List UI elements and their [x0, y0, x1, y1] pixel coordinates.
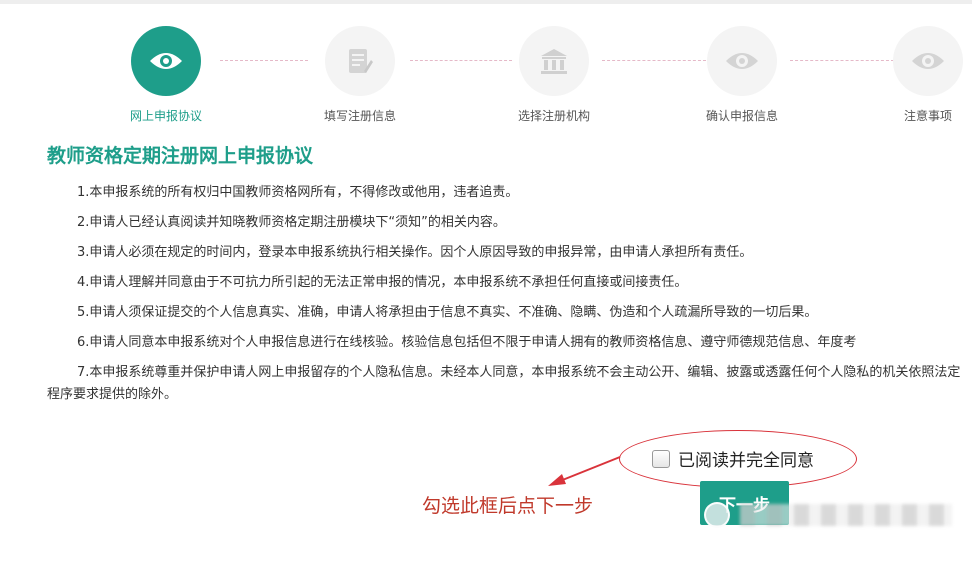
step-confirm-info[interactable]: 确认申报信息 — [687, 26, 797, 124]
arrow-annotation-icon — [548, 456, 621, 486]
step-circle — [519, 26, 589, 96]
step-circle — [131, 26, 201, 96]
step-circle — [893, 26, 963, 96]
agreement-clause: 7.本申报系统尊重并保护申请人网上申报留存的个人隐私信息。未经本人同意，本申报系… — [47, 365, 961, 402]
step-circle — [707, 26, 777, 96]
agreement-clauses: 1.本申报系统的所有权归中国教师资格网所有，不得修改或他用，违者追责。 2.申请… — [47, 178, 972, 406]
step-connector — [220, 60, 308, 61]
step-fill-info[interactable]: 填写注册信息 — [305, 26, 415, 124]
watermark-logo-icon — [704, 502, 730, 528]
agreement-clause: 3.申请人必须在规定的时间内，登录本申报系统执行相关操作。因个人原因导致的申报异… — [77, 245, 753, 260]
step-label: 注意事项 — [903, 109, 952, 123]
watermark — [700, 498, 952, 532]
annotation-hint: 勾选此框后点下一步 — [422, 495, 594, 517]
step-agreement[interactable]: 网上申报协议 — [111, 26, 221, 124]
checkbox-box[interactable] — [652, 449, 670, 468]
step-label: 网上申报协议 — [129, 109, 202, 123]
step-circle — [325, 26, 395, 96]
step-notes[interactable]: 注意事项 — [873, 26, 972, 124]
institution-icon — [541, 49, 567, 74]
agree-checkbox[interactable]: 已阅读并完全同意 — [652, 446, 814, 471]
agreement-title: 教师资格定期注册网上申报协议 — [47, 145, 314, 167]
agreement-clause: 6.申请人同意本申报系统对个人申报信息进行在线核验。核验信息包括但不限于申请人拥… — [77, 335, 857, 350]
eye-icon — [912, 53, 944, 69]
step-label: 选择注册机构 — [517, 109, 590, 123]
agreement-clause: 1.本申报系统的所有权归中国教师资格网所有，不得修改或他用，违者追责。 — [77, 185, 519, 200]
agree-checkbox-label: 已阅读并完全同意 — [678, 451, 814, 471]
progress-steps: 网上申报协议 填写注册信息 选择注册机构 确认申报信息 注意事项 — [0, 0, 972, 130]
step-label: 确认申报信息 — [705, 109, 778, 123]
eye-icon — [150, 53, 182, 69]
agreement-clause: 2.申请人已经认真阅读并知晓教师资格定期注册模块下“须知”的相关内容。 — [77, 215, 506, 230]
eye-icon — [726, 53, 758, 69]
watermark-blur — [740, 504, 952, 526]
step-select-institution[interactable]: 选择注册机构 — [499, 26, 609, 124]
form-icon — [349, 49, 373, 73]
step-label: 填写注册信息 — [323, 109, 396, 123]
agreement-clause: 4.申请人理解并同意由于不可抗力所引起的无法正常申报的情况，本申报系统不承担任何… — [77, 275, 688, 290]
agreement-clause: 5.申请人须保证提交的个人信息真实、准确，申请人将承担由于信息不真实、不准确、隐… — [77, 305, 818, 320]
step-connector — [410, 60, 512, 61]
